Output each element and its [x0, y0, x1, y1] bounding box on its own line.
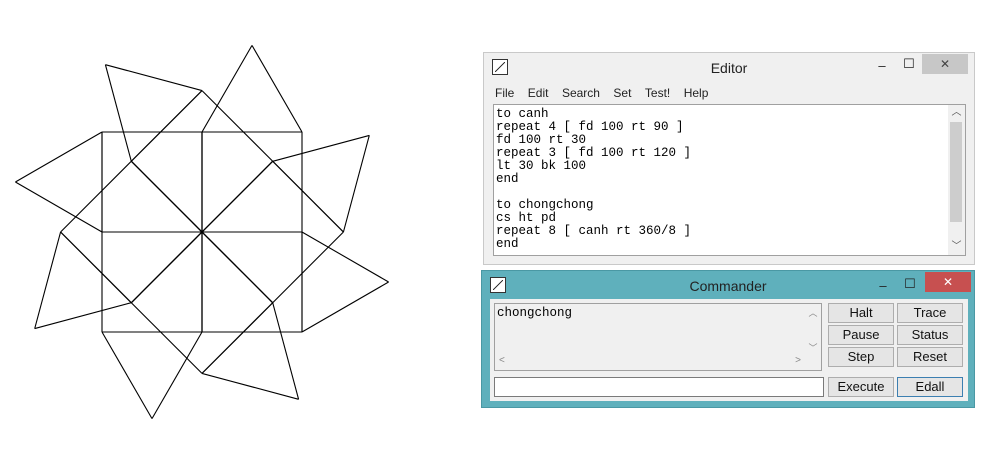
turtle-line — [201, 231, 274, 304]
command-input[interactable] — [494, 377, 824, 397]
turtle-line — [34, 231, 62, 329]
turtle-line — [104, 64, 132, 162]
execute-button[interactable]: Execute — [828, 377, 894, 397]
editor-code-text[interactable]: to canh repeat 4 [ fd 100 rt 90 ] fd 100… — [494, 105, 965, 251]
turtle-line — [272, 160, 344, 233]
maximize-icon[interactable]: ☐ — [899, 274, 921, 294]
scroll-thumb[interactable] — [950, 122, 962, 222]
editor-window: Editor – ☐ ✕ File Edit Search Set Test! … — [483, 52, 975, 265]
command-history[interactable]: chongchong ︿ ﹀ < > — [494, 303, 822, 371]
minimize-icon[interactable]: – — [871, 56, 893, 76]
reset-button[interactable]: Reset — [897, 347, 963, 367]
scroll-down-icon[interactable]: ﹀ — [805, 341, 821, 354]
step-button[interactable]: Step — [828, 347, 894, 367]
editor-menubar: File Edit Search Set Test! Help — [491, 84, 713, 104]
turtle-line — [130, 90, 203, 162]
minimize-icon[interactable]: – — [872, 276, 894, 296]
turtle-line — [342, 135, 370, 233]
maximize-icon[interactable]: ☐ — [898, 54, 920, 74]
turtle-line — [15, 181, 103, 233]
close-icon[interactable]: ✕ — [922, 54, 968, 74]
turtle-line — [101, 331, 153, 419]
turtle-line — [272, 231, 344, 304]
menu-test[interactable]: Test! — [641, 84, 674, 102]
pause-button[interactable]: Pause — [828, 325, 894, 345]
turtle-line — [201, 302, 274, 374]
trace-button[interactable]: Trace — [897, 303, 963, 323]
editor-code-area[interactable]: to canh repeat 4 [ fd 100 rt 90 ] fd 100… — [493, 104, 966, 256]
turtle-line — [201, 90, 274, 162]
turtle-line — [130, 231, 203, 304]
menu-help[interactable]: Help — [680, 84, 713, 102]
history-vertical-scrollbar[interactable]: ︿ ﹀ — [805, 304, 821, 354]
menu-file[interactable]: File — [491, 84, 518, 102]
turtle-line — [151, 331, 203, 419]
turtle-line — [272, 302, 300, 400]
turtle-line — [272, 134, 370, 162]
turtle-line — [251, 45, 303, 133]
menu-edit[interactable]: Edit — [524, 84, 553, 102]
scroll-up-icon[interactable]: ︿ — [948, 105, 965, 121]
turtle-line — [60, 231, 132, 304]
turtle-line — [301, 281, 389, 333]
turtle-line — [105, 64, 203, 92]
status-button[interactable]: Status — [897, 325, 963, 345]
scroll-right-icon[interactable]: > — [795, 355, 801, 366]
turtle-line — [60, 160, 132, 233]
scroll-down-icon[interactable]: ﹀ — [948, 239, 965, 255]
commander-window: Commander – ☐ ✕ chongchong ︿ ﹀ < > Halt … — [481, 270, 975, 408]
turtle-line — [34, 302, 132, 330]
edall-button[interactable]: Edall — [897, 377, 963, 397]
history-text: chongchong — [497, 306, 573, 320]
turtle-line — [201, 45, 253, 133]
turtle-line — [15, 131, 103, 183]
history-horizontal-scrollbar[interactable]: < > — [495, 354, 805, 370]
editor-titlebar[interactable]: Editor – ☐ ✕ — [484, 53, 974, 81]
halt-button[interactable]: Halt — [828, 303, 894, 323]
turtle-line — [201, 372, 299, 400]
turtle-line — [201, 160, 274, 233]
commander-titlebar[interactable]: Commander – ☐ ✕ — [482, 271, 974, 299]
scroll-left-icon[interactable]: < — [499, 355, 505, 366]
scroll-up-icon[interactable]: ︿ — [805, 306, 821, 319]
turtle-line — [301, 231, 389, 283]
turtle-line — [130, 160, 203, 233]
turtle-graphics-canvas — [15, 45, 389, 419]
menu-search[interactable]: Search — [558, 84, 604, 102]
close-icon[interactable]: ✕ — [925, 272, 971, 292]
editor-vertical-scrollbar[interactable]: ︿ ﹀ — [948, 105, 965, 255]
commander-body: chongchong ︿ ﹀ < > Halt Trace Pause Stat… — [490, 299, 968, 401]
turtle-line — [130, 302, 203, 374]
menu-set[interactable]: Set — [609, 84, 635, 102]
